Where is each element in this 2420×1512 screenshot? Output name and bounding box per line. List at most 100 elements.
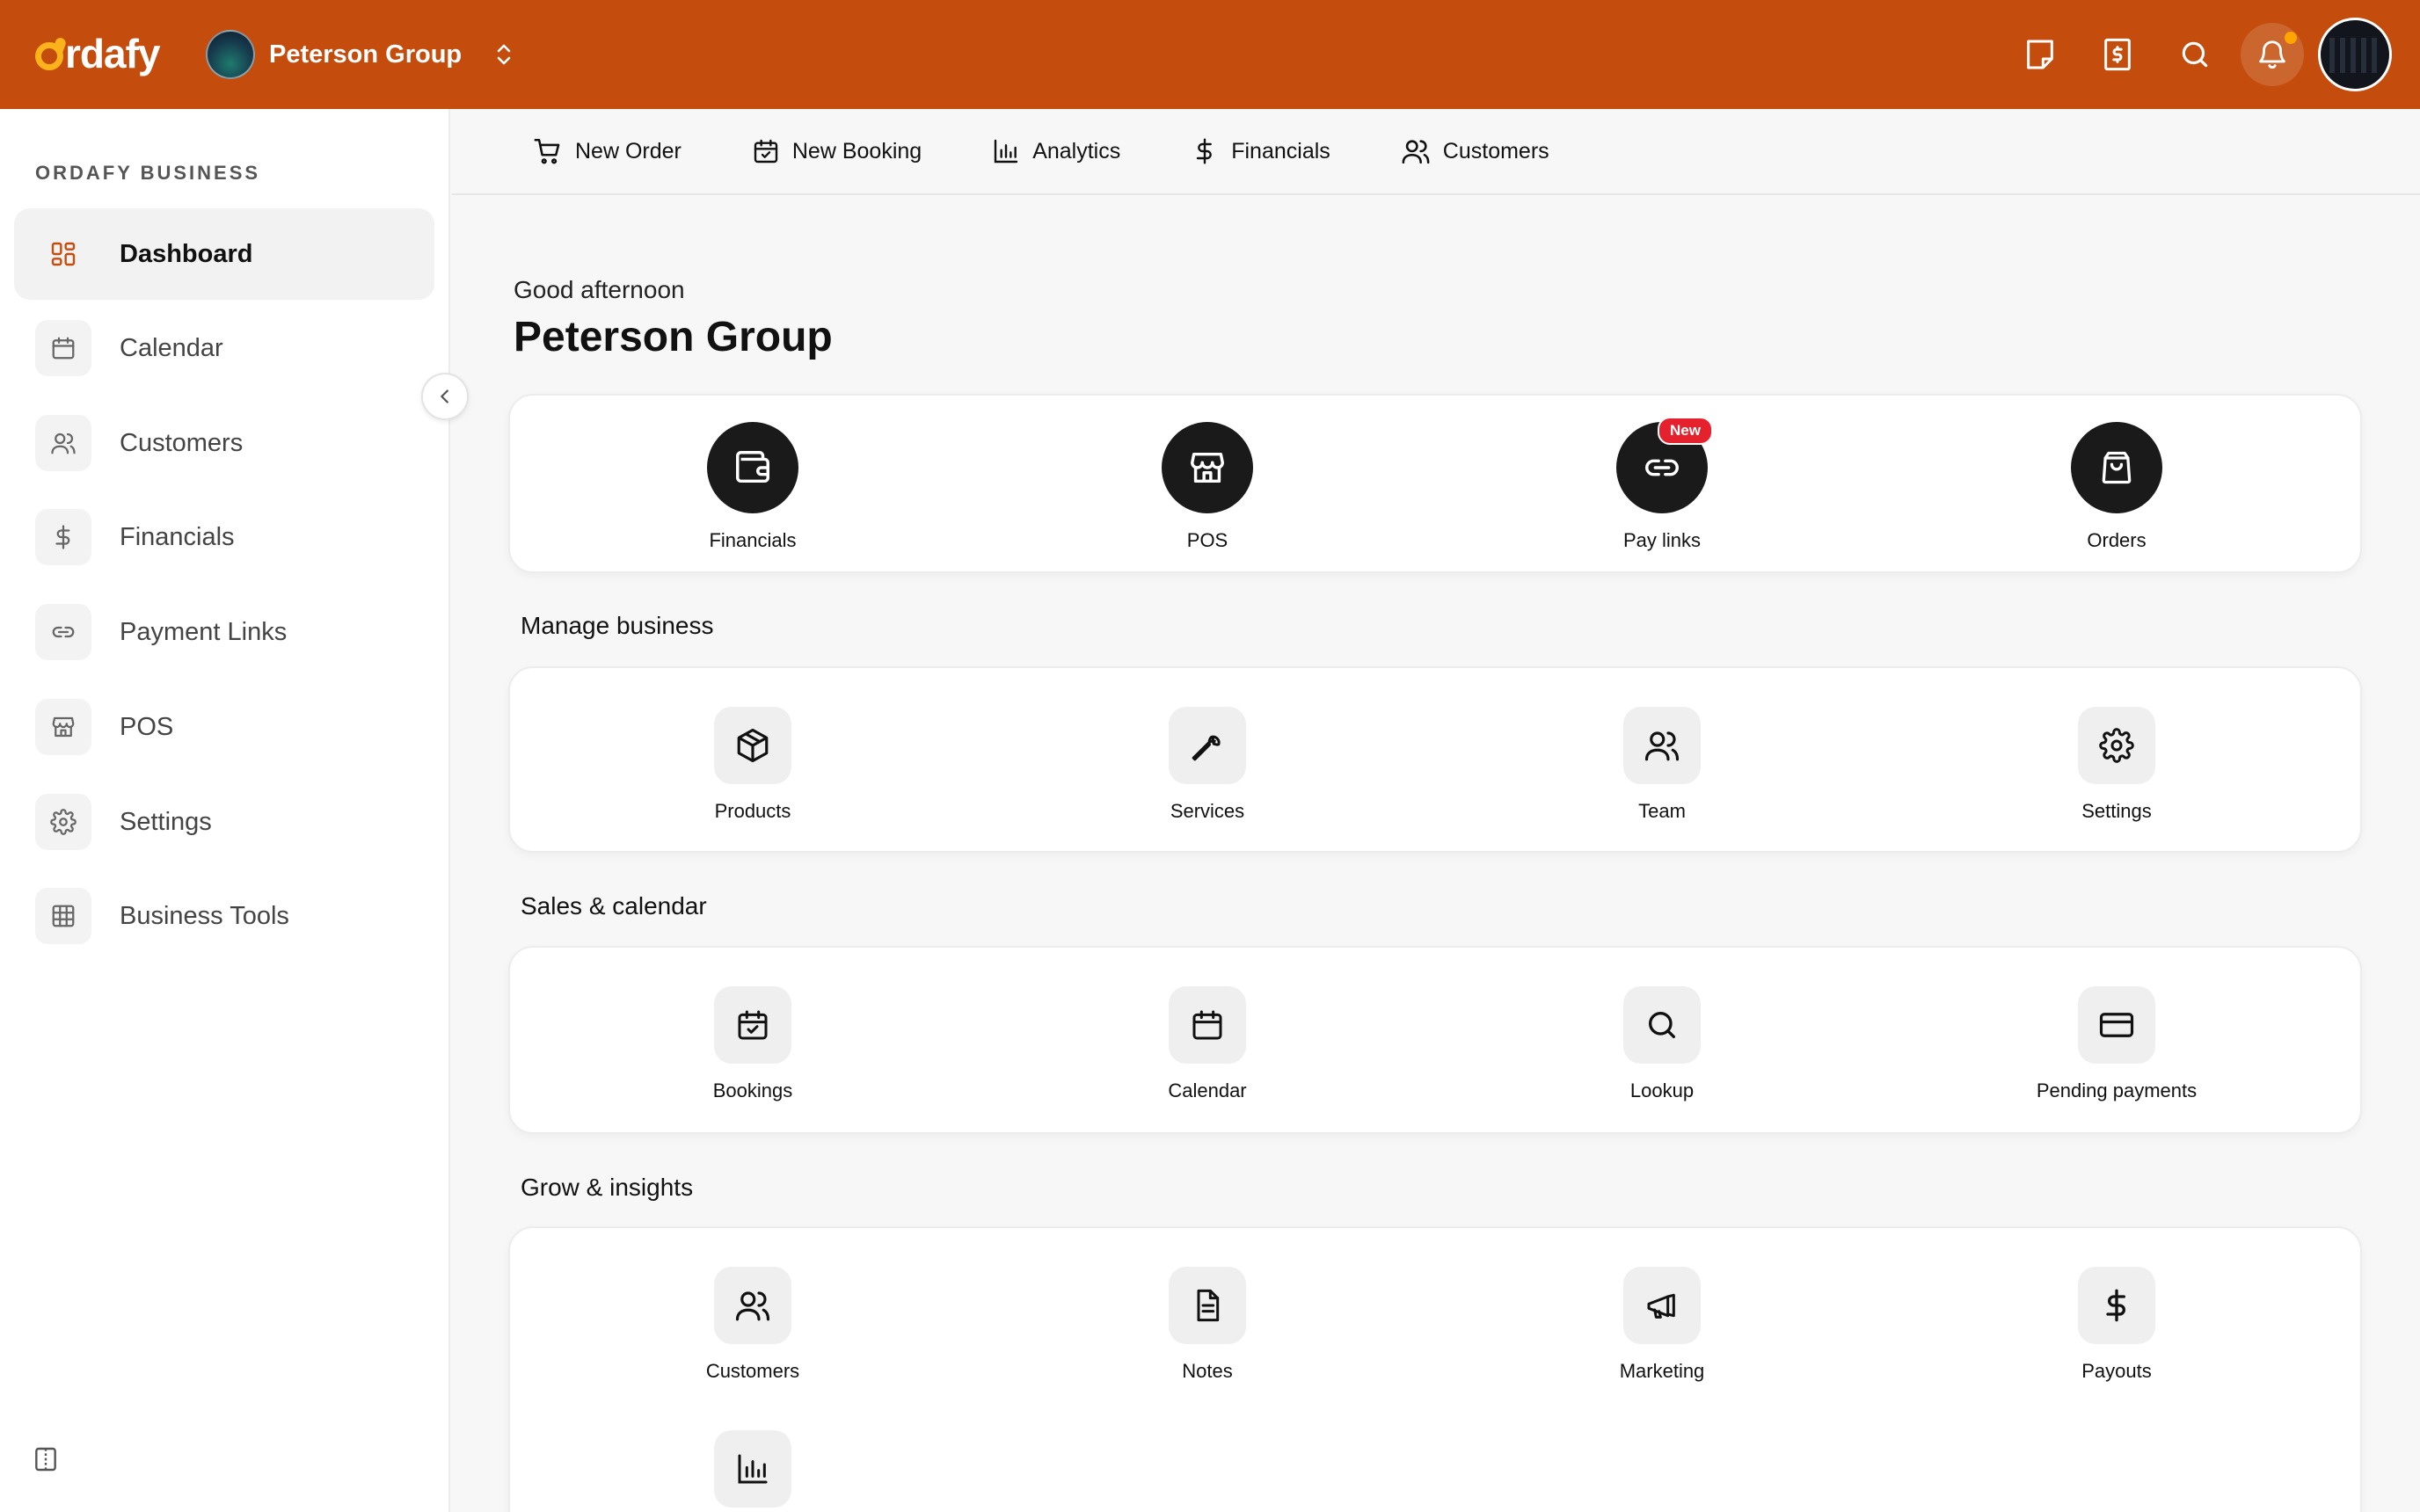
logo-mark-icon: [35, 42, 63, 70]
dashboard-icon: [51, 242, 76, 266]
sidebar-item-financials[interactable]: Financials: [14, 491, 434, 583]
tile-label: Notes: [1182, 1360, 1233, 1382]
tile-customers[interactable]: Customers: [621, 1267, 885, 1383]
bell-icon: [2259, 40, 2285, 69]
dollar-icon: [2106, 1289, 2125, 1322]
sidebar-item-calendar[interactable]: Calendar: [14, 302, 434, 394]
grow-insights-card: Customers Notes Marketing Payouts: [508, 1226, 2362, 1512]
grid-icon: [52, 905, 75, 927]
tile-pos[interactable]: POS: [1075, 422, 1339, 552]
sidebar-item-business-tools[interactable]: Business Tools: [14, 870, 434, 962]
link-icon: [1645, 459, 1679, 476]
sidebar-item-label: Payment Links: [120, 617, 288, 646]
sidebar-item-label: Settings: [120, 807, 212, 836]
wrench-icon: [1192, 735, 1221, 761]
toggle-panel-button[interactable]: [32, 1445, 67, 1480]
tile-label: Settings: [2081, 800, 2152, 822]
bar-chart-icon: [994, 139, 1018, 164]
gear-icon: [2099, 728, 2134, 763]
store-icon: [52, 716, 75, 738]
org-switcher[interactable]: Peterson Group: [206, 27, 514, 82]
wallet-icon: [736, 451, 769, 483]
primary-actions-card: Financials POS New Pay links Orders: [508, 394, 2362, 573]
page-title: Peterson Group: [514, 314, 833, 360]
org-avatar: [206, 30, 255, 79]
sales-calendar-card: Bookings Calendar Lookup Pending payment…: [508, 946, 2362, 1134]
quicknav-customers[interactable]: Customers: [1401, 136, 1549, 166]
tile-team[interactable]: Team: [1530, 707, 1794, 823]
notifications-button[interactable]: [2241, 23, 2304, 86]
note-button[interactable]: [2008, 23, 2072, 86]
sidebar-item-settings[interactable]: Settings: [14, 776, 434, 868]
collapse-sidebar-button[interactable]: [421, 373, 469, 420]
sidebar-heading: ORDAFY BUSINESS: [35, 162, 261, 184]
notification-dot: [2285, 32, 2297, 44]
chevron-up-down-icon: [497, 44, 511, 65]
document-icon: [1197, 1289, 1220, 1322]
quicknav-label: Financials: [1231, 138, 1330, 164]
cart-icon: [534, 138, 560, 164]
tile-label: Customers: [705, 1360, 800, 1382]
calendar-icon: [1192, 1010, 1222, 1040]
sidebar-item-label: Business Tools: [120, 901, 289, 930]
app-logo[interactable]: rdafy: [35, 26, 160, 81]
tile-analytics[interactable]: [621, 1430, 885, 1508]
sidebar: ORDAFY BUSINESS Dashboard Calendar Custo…: [0, 109, 469, 1512]
tile-label: Marketing: [1619, 1360, 1705, 1382]
calendar-check-icon: [754, 139, 778, 164]
search-icon: [1649, 1012, 1675, 1038]
tile-calendar[interactable]: Calendar: [1075, 986, 1339, 1102]
store-icon: [1191, 452, 1224, 483]
sidebar-item-customers[interactable]: Customers: [14, 397, 434, 489]
sidebar-item-pos[interactable]: POS: [14, 681, 434, 773]
org-name: Peterson Group: [269, 40, 463, 69]
tile-label: Calendar: [1168, 1079, 1247, 1101]
tile-orders[interactable]: Orders: [1985, 422, 2249, 552]
receipt-icon: [2104, 38, 2131, 71]
tile-label: Orders: [2087, 529, 2147, 551]
user-avatar[interactable]: [2318, 18, 2392, 91]
receipt-button[interactable]: [2086, 23, 2149, 86]
logo-text: rdafy: [65, 31, 160, 76]
manage-business-card: Products Services Team Settings: [508, 666, 2362, 853]
new-badge: New: [1658, 417, 1713, 445]
quicknav-analytics[interactable]: Analytics: [992, 137, 1120, 165]
tile-label: Products: [714, 800, 791, 822]
calendar-icon: [52, 337, 75, 360]
tile-payouts[interactable]: Payouts: [1985, 1267, 2249, 1383]
tile-services[interactable]: Services: [1075, 707, 1339, 823]
tile-marketing[interactable]: Marketing: [1530, 1267, 1794, 1383]
tile-label: Financials: [709, 529, 797, 551]
sidebar-item-label: Calendar: [120, 333, 223, 362]
tile-settings[interactable]: Settings: [1985, 707, 2249, 823]
tile-label: Team: [1638, 800, 1686, 822]
quick-nav-bar: New Order New Booking Analytics Financia…: [452, 109, 2420, 195]
tile-label: POS: [1186, 529, 1228, 551]
box-icon: [737, 728, 769, 763]
sidebar-item-dashboard[interactable]: Dashboard: [14, 208, 434, 300]
tile-notes[interactable]: Notes: [1075, 1267, 1339, 1383]
sidebar-item-payment-links[interactable]: Payment Links: [14, 586, 434, 678]
panel-toggle-icon: [35, 1447, 56, 1472]
quicknav-financials[interactable]: Financials: [1191, 137, 1330, 165]
users-icon: [735, 1291, 770, 1321]
tile-financials[interactable]: Financials: [621, 422, 885, 552]
tile-bookings[interactable]: Bookings: [621, 986, 885, 1102]
tile-products[interactable]: Products: [621, 707, 885, 823]
greeting: Good afternoon: [514, 276, 685, 303]
search-icon: [2182, 41, 2208, 68]
section-title: Grow & insights: [521, 1174, 694, 1201]
quicknav-new-booking[interactable]: New Booking: [752, 137, 922, 165]
tile-pending-payments[interactable]: Pending payments: [1985, 986, 2249, 1102]
bag-icon: [2102, 451, 2132, 484]
search-button[interactable]: [2163, 23, 2227, 86]
users-icon: [1644, 731, 1680, 761]
tile-lookup[interactable]: Lookup: [1530, 986, 1794, 1102]
quicknav-label: Analytics: [1032, 138, 1121, 164]
top-bar: rdafy Peterson Group: [0, 0, 2420, 109]
quicknav-new-order[interactable]: New Order: [533, 136, 682, 166]
sidebar-item-label: Financials: [120, 522, 235, 551]
tile-pay-links[interactable]: New Pay links: [1530, 417, 1794, 552]
section-title: Sales & calendar: [521, 892, 707, 920]
dollar-icon: [55, 525, 70, 549]
